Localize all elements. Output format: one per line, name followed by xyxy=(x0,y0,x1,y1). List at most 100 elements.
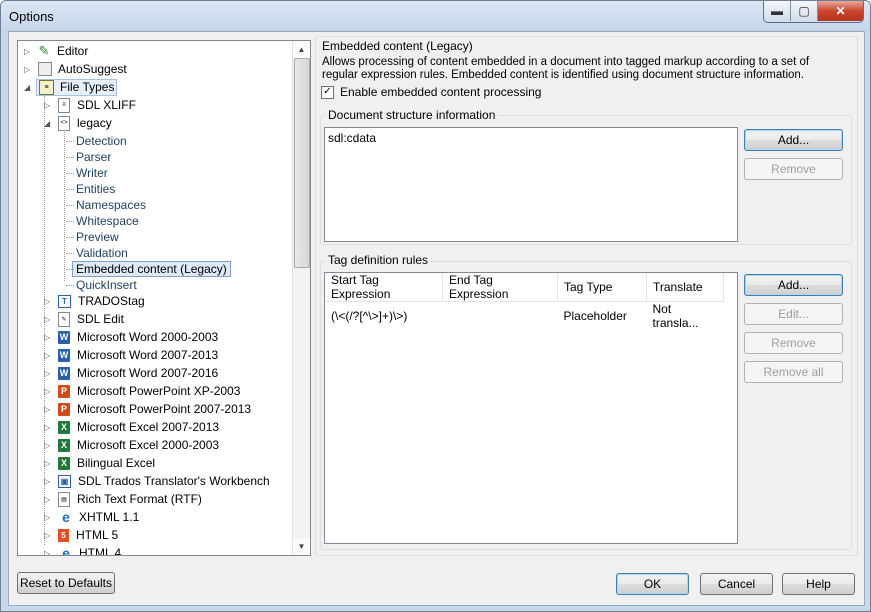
tree-node-label: XHTML 1.1 xyxy=(79,510,140,524)
tree-leaf-embedded-content[interactable]: Embedded content (Legacy) xyxy=(66,261,231,277)
expand-arrow-icon[interactable]: ▷ xyxy=(44,549,51,555)
tree-connector xyxy=(64,129,65,281)
collapse-arrow-icon[interactable]: ◢ xyxy=(24,83,31,92)
dialog-client: ▷ ✎ Editor ▷ AutoSuggest ◢ ≡ File Types xyxy=(8,31,865,606)
tree-node-file-type[interactable]: ▷ ▤ Rich Text Format (RTF) xyxy=(44,490,202,508)
tree-node-file-type[interactable]: ▷ W Microsoft Word 2007-2016 xyxy=(44,364,218,382)
tree-node-label: legacy xyxy=(77,116,112,130)
doc-structure-remove-button[interactable]: Remove xyxy=(744,158,843,180)
help-button[interactable]: Help xyxy=(782,573,855,595)
tree-node-label: TRADOStag xyxy=(78,294,145,308)
tree-node-file-type[interactable]: ▷ ✎ SDL Edit xyxy=(44,310,124,328)
expand-arrow-icon[interactable]: ▷ xyxy=(44,495,51,504)
collapse-arrow-icon[interactable]: ◢ xyxy=(44,119,51,128)
excel-icon: X xyxy=(58,438,70,452)
button-label: Add... xyxy=(777,133,810,147)
column-header-translate[interactable]: Translate xyxy=(646,273,724,302)
tree-leaf-whitespace[interactable]: Whitespace xyxy=(66,213,139,229)
tree-node-file-type[interactable]: ▷ P Microsoft PowerPoint 2007-2013 xyxy=(44,400,251,418)
tree-node-file-type[interactable]: ▷ X Microsoft Excel 2007-2013 xyxy=(44,418,219,436)
expand-arrow-icon[interactable]: ▷ xyxy=(44,531,51,540)
checkbox-check-icon[interactable]: ✓ xyxy=(321,85,334,99)
tree-leaf-entities[interactable]: Entities xyxy=(66,181,115,197)
tree-node-file-types[interactable]: ◢ ≡ File Types xyxy=(24,78,118,96)
tree-scrollbar[interactable]: ▲ ▼ xyxy=(292,41,310,555)
tree-node-file-type[interactable]: ▷ P Microsoft PowerPoint XP-2003 xyxy=(44,382,240,400)
tree-node-autosuggest[interactable]: ▷ AutoSuggest xyxy=(24,60,127,78)
tree-leaf-parser[interactable]: Parser xyxy=(66,149,111,165)
tag-rules-add-button[interactable]: Add... xyxy=(744,274,843,296)
tree-node-file-type[interactable]: ▷ ▣ SDL Trados Translator's Workbench xyxy=(44,472,270,490)
tree-node-file-type[interactable]: ▷ X Microsoft Excel 2000-2003 xyxy=(44,436,219,454)
tree-leaf-quickinsert[interactable]: QuickInsert xyxy=(66,277,137,293)
column-header-tag-type[interactable]: Tag Type xyxy=(557,273,647,302)
cell-end-tag xyxy=(443,302,558,331)
reset-to-defaults-button[interactable]: Reset to Defaults xyxy=(17,572,115,594)
expand-arrow-icon[interactable]: ▷ xyxy=(44,477,51,486)
expand-arrow-icon[interactable]: ▷ xyxy=(44,333,51,342)
expand-arrow-icon[interactable]: ▷ xyxy=(44,387,51,396)
tree-leaf-validation[interactable]: Validation xyxy=(66,245,128,261)
tree-node-sdl-xliff[interactable]: ▷ ≡ SDL XLIFF xyxy=(44,96,136,114)
tree-leaf-detection[interactable]: Detection xyxy=(66,133,127,149)
tree-node-label: Bilingual Excel xyxy=(77,456,156,470)
window-controls: ▬ ▢ ✕ xyxy=(763,1,864,23)
options-tree[interactable]: ▷ ✎ Editor ▷ AutoSuggest ◢ ≡ File Types xyxy=(17,40,311,556)
expand-arrow-icon[interactable]: ▷ xyxy=(44,459,51,468)
tree-node-file-type[interactable]: ▷ T TRADOStag xyxy=(44,292,145,310)
column-header-start-tag[interactable]: Start Tag Expression xyxy=(325,273,443,302)
tree-node-file-type[interactable]: ▷ W Microsoft Word 2000-2003 xyxy=(44,328,218,346)
tree-leaf-preview[interactable]: Preview xyxy=(66,229,119,245)
document-structure-list[interactable]: sdl:cdata xyxy=(324,127,738,242)
pencil-icon: ✎ xyxy=(38,43,50,58)
cell-tag-type: Placeholder xyxy=(563,309,627,323)
scroll-up-icon[interactable]: ▲ xyxy=(293,41,310,58)
minimize-button[interactable]: ▬ xyxy=(764,1,791,21)
ok-button[interactable]: OK xyxy=(616,573,689,595)
expand-arrow-icon[interactable]: ▷ xyxy=(44,513,51,522)
expand-arrow-icon[interactable]: ▷ xyxy=(44,297,51,306)
list-item[interactable]: sdl:cdata xyxy=(328,131,376,145)
maximize-button[interactable]: ▢ xyxy=(791,1,818,21)
tree-node-legacy[interactable]: ◢ <> legacy xyxy=(44,114,112,132)
expand-arrow-icon[interactable]: ▷ xyxy=(44,423,51,432)
expand-arrow-icon[interactable]: ▷ xyxy=(24,47,31,56)
button-label: OK xyxy=(643,577,662,591)
tree-leaf-namespaces[interactable]: Namespaces xyxy=(66,197,146,213)
tree-node-label: AutoSuggest xyxy=(58,62,127,76)
close-button[interactable]: ✕ xyxy=(818,1,863,21)
expand-arrow-icon[interactable]: ▷ xyxy=(44,369,51,378)
scroll-thumb[interactable] xyxy=(294,58,310,268)
cell-start-tag: (\<(/?[^\>]+)\>) xyxy=(331,309,408,323)
column-header-end-tag[interactable]: End Tag Expression xyxy=(442,273,558,302)
scroll-down-icon[interactable]: ▼ xyxy=(293,538,310,555)
table-row[interactable]: (\<(/?[^\>]+)\>) Placeholder Not transla… xyxy=(325,302,724,331)
tag-rules-table[interactable]: Start Tag Expression End Tag Expression … xyxy=(324,272,738,544)
tag-rules-edit-button[interactable]: Edit... xyxy=(744,303,843,325)
tree-node-file-type[interactable]: ▷ W Microsoft Word 2007-2013 xyxy=(44,346,218,364)
button-label: Remove xyxy=(771,336,816,350)
expand-arrow-icon[interactable]: ▷ xyxy=(44,441,51,450)
html5-icon: 5 xyxy=(58,528,69,542)
tag-rules-remove-all-button[interactable]: Remove all xyxy=(744,361,843,383)
expand-arrow-icon[interactable]: ▷ xyxy=(24,65,31,74)
tree-node-file-type[interactable]: ▷ e XHTML 1.1 xyxy=(44,508,139,526)
tree-node-file-type[interactable]: ▷ e HTML 4 xyxy=(44,544,121,555)
tree-leaf-label: Preview xyxy=(76,230,119,244)
tag-rules-remove-button[interactable]: Remove xyxy=(744,332,843,354)
expand-arrow-icon[interactable]: ▷ xyxy=(44,315,51,324)
tree-node-file-type[interactable]: ▷ X Bilingual Excel xyxy=(44,454,155,472)
expand-arrow-icon[interactable]: ▷ xyxy=(44,101,51,110)
doc-structure-add-button[interactable]: Add... xyxy=(744,129,843,151)
enable-embedded-checkbox[interactable]: ✓ Enable embedded content processing xyxy=(321,85,541,99)
expand-arrow-icon[interactable]: ▷ xyxy=(44,351,51,360)
expand-arrow-icon[interactable]: ▷ xyxy=(44,405,51,414)
word-icon: W xyxy=(58,330,70,344)
cancel-button[interactable]: Cancel xyxy=(700,573,773,595)
tree-node-editor[interactable]: ▷ ✎ Editor xyxy=(24,42,88,60)
tree-leaf-label: QuickInsert xyxy=(76,278,137,292)
tree-node-file-type[interactable]: ▷ 5 HTML 5 xyxy=(44,526,118,544)
tag-definition-heading: Tag definition rules xyxy=(325,253,432,267)
excel-icon: X xyxy=(58,420,70,434)
tree-leaf-writer[interactable]: Writer xyxy=(66,165,108,181)
